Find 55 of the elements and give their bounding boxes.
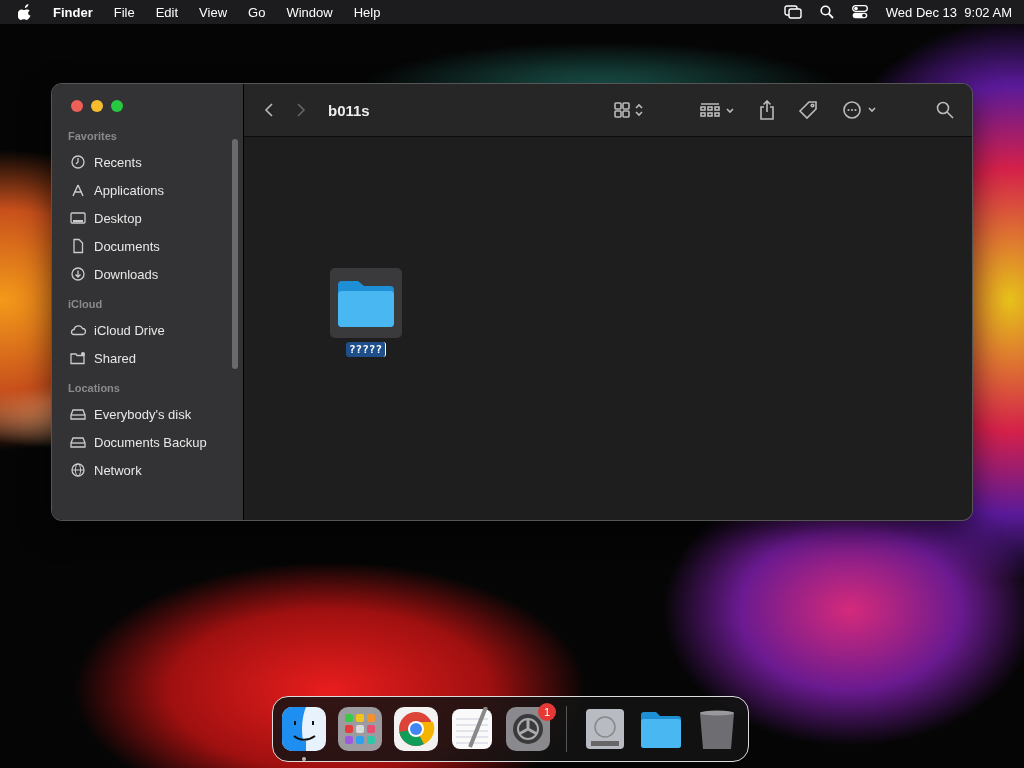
hard-drive-icon[interactable]	[583, 707, 627, 751]
zoom-button[interactable]	[111, 100, 123, 112]
menu-item[interactable]: File	[113, 4, 135, 20]
minimize-button[interactable]	[91, 100, 103, 112]
gear-icon[interactable]	[506, 707, 550, 751]
sidebar-item[interactable]: Desktop	[94, 210, 142, 226]
close-button[interactable]	[71, 100, 83, 112]
sidebar-item[interactable]: Shared	[94, 350, 136, 366]
menu-item[interactable]: Window	[286, 4, 333, 20]
pen-and-paper-icon[interactable]	[450, 707, 494, 751]
control-center-icon[interactable]	[851, 5, 868, 19]
group-by-icon[interactable]	[700, 101, 736, 119]
app-grid-icon[interactable]	[338, 707, 382, 751]
apple-logo-icon[interactable]	[18, 4, 32, 20]
clock-icon	[70, 154, 86, 170]
sidebar-item[interactable]: Network	[94, 462, 142, 478]
globe-icon	[70, 462, 86, 478]
more-options-icon[interactable]	[842, 100, 878, 120]
apps-icon	[70, 182, 86, 198]
tag-icon[interactable]	[798, 100, 818, 120]
file-name-field[interactable]: ?????	[345, 342, 387, 357]
menu-item[interactable]: Help	[353, 4, 381, 20]
sidebar-item[interactable]: Downloads	[94, 266, 159, 282]
sidebar-heading: Locations	[68, 382, 121, 394]
sidebar-item[interactable]: Documents Backup	[94, 434, 207, 450]
shared-folder-icon	[70, 350, 86, 366]
menu-app-name[interactable]: Finder	[53, 4, 93, 20]
cloud-icon	[70, 322, 86, 338]
download-icon	[70, 266, 86, 282]
menu-item[interactable]: Go	[248, 4, 266, 20]
sidebar-item[interactable]: iCloud Drive	[94, 322, 165, 338]
document-icon	[70, 238, 86, 254]
menu-item[interactable]: View	[199, 4, 228, 20]
menu-clock[interactable]: Wed Dec 13 9:02 AM	[885, 4, 1012, 20]
sidebar-heading: iCloud	[68, 298, 104, 310]
icon-view-icon[interactable]	[614, 101, 646, 119]
windows-icon[interactable]	[783, 5, 802, 19]
browser-icon[interactable]	[394, 707, 438, 751]
sidebar-item[interactable]: Everybody's disk	[94, 406, 192, 422]
scrollbar-thumb[interactable]	[232, 139, 238, 369]
folder-title: b011s	[328, 101, 370, 119]
sidebar-item[interactable]: Recents	[94, 154, 142, 170]
sidebar-item[interactable]: Documents	[94, 238, 160, 254]
search-icon[interactable]	[936, 101, 954, 119]
back-chevron-icon[interactable]	[264, 102, 274, 118]
share-icon[interactable]	[758, 100, 776, 120]
forward-chevron-icon[interactable]	[296, 102, 306, 118]
finder-icon[interactable]	[282, 707, 326, 751]
sidebar-heading: Favorites	[68, 130, 118, 142]
folder-item[interactable]	[330, 268, 402, 338]
menu-item[interactable]: Edit	[155, 4, 179, 20]
sidebar-item[interactable]: Applications	[94, 182, 165, 198]
search-icon[interactable]	[819, 5, 834, 19]
notification-badge: 1	[538, 703, 556, 721]
desktop-icon	[70, 210, 86, 226]
